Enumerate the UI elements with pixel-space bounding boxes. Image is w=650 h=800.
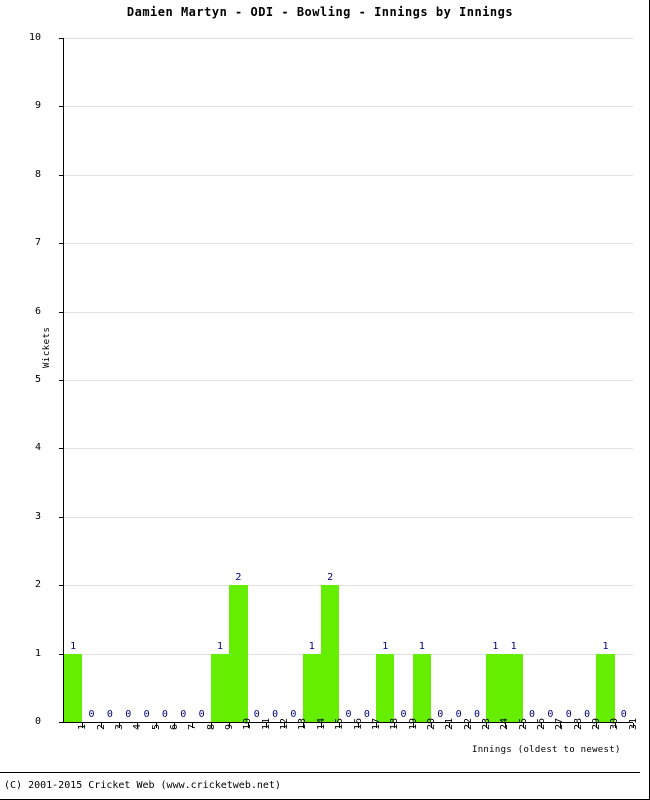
x-tick-label: 27 [554, 717, 566, 730]
bar [412, 653, 432, 722]
bar-value-label: 1 [510, 640, 517, 652]
y-tick-label: 3 [34, 510, 41, 522]
x-tick-label: 16 [352, 717, 364, 730]
chart-page: Damien Martyn - ODI - Bowling - Innings … [0, 0, 650, 800]
bar [486, 653, 505, 722]
y-tick-label: 5 [34, 374, 41, 385]
bar-value-label: 0 [106, 709, 113, 720]
x-tick-label: 24 [499, 717, 511, 730]
bar [376, 653, 395, 722]
footer-copyright: (C) 2001-2015 Cricket Web (www.cricketwe… [4, 780, 281, 791]
x-tick-label: 30 [609, 717, 621, 730]
x-tick-label: 3 [113, 723, 125, 730]
bar-value-label: 1 [418, 640, 425, 652]
x-tick-label: 7 [187, 723, 199, 730]
x-tick-label: 20 [425, 717, 437, 730]
bar [504, 653, 523, 722]
x-tick-label: 1 [77, 723, 89, 730]
x-axis-label: Innings (oldest to newest) [472, 745, 621, 755]
bar [64, 653, 83, 722]
y-tick-label: 0 [34, 716, 41, 727]
y-axis-label: Wickets [42, 326, 52, 368]
x-tick-label: 10 [242, 717, 254, 730]
x-tick-label: 29 [591, 717, 603, 730]
bar [596, 653, 615, 722]
x-tick-label: 14 [315, 717, 327, 730]
y-tick-label: 7 [34, 237, 41, 249]
bar [302, 653, 321, 722]
bar-value-label: 1 [308, 640, 315, 652]
x-tick-label: 18 [389, 717, 401, 730]
bar-value-label: 0 [180, 709, 187, 720]
bar-value-label: 0 [143, 709, 150, 720]
footer-divider [0, 772, 640, 773]
plot-area: 0 1 2 3 4 5 6 7 8 9 10 Wickets 1000000012000120010… [29, 33, 639, 731]
bar-value-label: 0 [88, 709, 95, 720]
bar-value-label: 0 [161, 709, 168, 720]
x-tick-label: 13 [297, 717, 309, 730]
chart-title: Damien Martyn - ODI - Bowling - Innings … [126, 5, 514, 19]
x-tick-label: 15 [334, 717, 346, 730]
x-tick-label: 17 [370, 717, 382, 730]
bar-value-label: 1 [492, 640, 499, 652]
x-tick-label: 22 [462, 717, 474, 730]
bar-series: 1000000012000120010100011000010 [64, 38, 633, 722]
x-tick-label: 9 [224, 723, 236, 730]
bar-value-label: 1 [217, 640, 224, 652]
y-tick-label: 9 [34, 100, 41, 112]
x-tick-label: 28 [572, 717, 584, 730]
y-tick-label: 6 [34, 305, 41, 317]
x-tick-label: 19 [407, 717, 419, 730]
x-tick-label: 23 [480, 717, 492, 730]
bar [320, 585, 340, 722]
x-tick-label: 5 [150, 723, 162, 730]
bar-value-label: 2 [235, 572, 242, 584]
x-tick-label: 25 [517, 717, 529, 730]
y-tick-label: 1 [34, 647, 41, 659]
x-tick-label: 4 [132, 723, 144, 730]
x-tick-label: 6 [168, 723, 180, 730]
bar-value-label: 1 [70, 640, 77, 652]
y-tick-label: 8 [34, 168, 41, 180]
x-tick-label: 8 [205, 723, 217, 730]
bar-value-label: 2 [327, 572, 334, 584]
bar [229, 585, 248, 722]
bar-value-label: 0 [125, 709, 132, 720]
x-tick-label: 21 [444, 717, 456, 730]
x-tick-label: 26 [536, 717, 548, 730]
bar [210, 653, 230, 722]
bar-value-label: 1 [382, 640, 389, 652]
y-tick-label: 2 [34, 579, 41, 591]
x-tick-label: 12 [279, 717, 291, 730]
x-tick-label: 11 [260, 717, 272, 730]
y-tick-label: 10 [28, 32, 41, 43]
x-tick-label: 2 [95, 723, 107, 730]
x-tick-label: 31 [627, 717, 639, 730]
y-tick-mark [59, 722, 64, 723]
bar-value-label: 1 [602, 640, 609, 652]
bar-value-label: 0 [198, 709, 205, 720]
y-tick-label: 4 [34, 442, 41, 454]
